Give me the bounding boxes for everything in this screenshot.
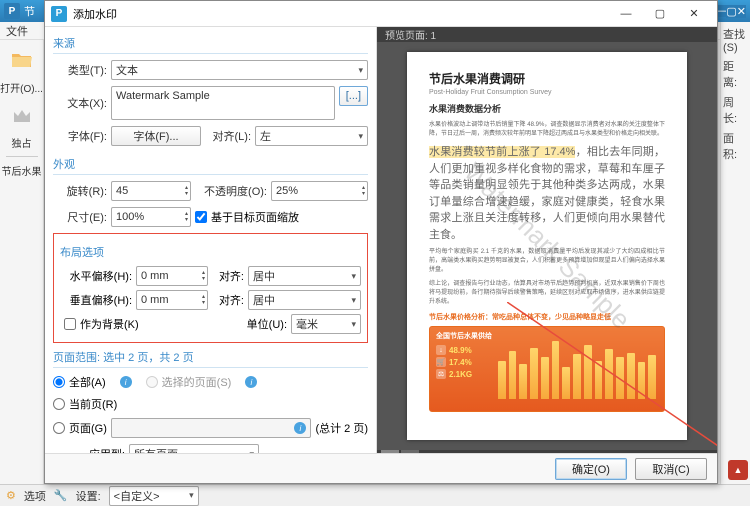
open-label[interactable]: 打开(O)... <box>0 80 43 95</box>
dialog-min-icon[interactable]: — <box>609 4 643 24</box>
cancel-button[interactable]: 取消(C) <box>635 458 707 480</box>
right-find[interactable]: 查找(S) <box>723 26 748 54</box>
right-distance: 距离: <box>723 58 748 90</box>
font-button[interactable]: 字体(F)... <box>111 126 201 146</box>
para-3: 平均每个家庭购买 2.1 千克的水果，数据取消费量平均后发现其减少了大约四成相比… <box>429 248 665 275</box>
wrench-icon[interactable]: 🔧 <box>54 489 68 502</box>
opacity-spinner[interactable]: 25% <box>271 181 368 201</box>
outer-title: 节 <box>24 3 35 19</box>
status-settings-combo[interactable]: <自定义> <box>109 486 199 506</box>
range-current-radio[interactable]: 当前页(R) <box>53 396 117 412</box>
voff-label: 垂直偏移(H): <box>60 292 132 308</box>
chart-bars <box>496 331 658 407</box>
stat-cart-icon: 🛒 <box>436 357 446 367</box>
rotate-spinner[interactable]: 45 <box>111 181 191 201</box>
pdf-badge-icon[interactable]: ▲ <box>728 460 748 480</box>
outer-left-toolbar: 打开(O)... 独占 节后水果 <box>0 40 44 484</box>
crown-icon[interactable] <box>8 101 36 129</box>
preview-area: 节后水果消费调研 Post-Holiday Fruit Consumption … <box>377 42 717 450</box>
scale-relative-checkbox[interactable]: 基于目标页面缩放 <box>195 209 299 225</box>
outer-statusbar: ⚙ 选项 🔧 设置: <自定义> <box>0 484 750 506</box>
open-folder-icon[interactable] <box>8 46 36 74</box>
right-perimeter: 周长: <box>723 94 748 126</box>
font-label: 字体(F): <box>53 128 107 144</box>
opacity-label: 不透明度(O): <box>195 183 267 199</box>
watermark-dialog: P 添加水印 — ▢ ✕ 来源 类型(T): 文本 文本(X): Waterma… <box>44 0 718 484</box>
align-label: 对齐(L): <box>205 128 251 144</box>
apply-label: 应用到: <box>53 446 125 453</box>
text-label: 文本(X): <box>53 95 107 111</box>
preview-page: 节后水果消费调研 Post-Holiday Fruit Consumption … <box>407 52 687 440</box>
app-window: P 节 — ▢ ✕ 文件 打开(O)... 独占 节后水果 查找(S) 距离: … <box>0 0 750 506</box>
hoff-spinner[interactable]: 0 mm <box>136 266 208 286</box>
app-logo-icon: P <box>4 3 20 19</box>
range-pages-radio[interactable]: 页面(G) <box>53 420 107 436</box>
hoff-label: 水平偏移(H): <box>60 268 132 284</box>
align-combo[interactable]: 左 <box>255 126 368 146</box>
gear-icon[interactable]: ⚙ <box>6 489 16 502</box>
info-icon[interactable]: i <box>245 376 257 388</box>
chart-box: 全国节后水果供给 ↓48.9% 🛒17.4% ⚖2.1KG <box>429 326 665 412</box>
range-all-radio[interactable]: 全部(A) <box>53 374 106 390</box>
para-2: 水果消费较节前上涨了 17.4%，相比去年同期，人们更加重视多样化食物的需求，草… <box>429 144 665 243</box>
right-area: 面积: <box>723 130 748 162</box>
ok-button[interactable]: 确定(O) <box>555 458 627 480</box>
range-selected-radio[interactable]: 选择的页面(S) <box>146 374 232 390</box>
range-total: (总计 2 页) <box>315 420 368 436</box>
dialog-title: 添加水印 <box>73 6 117 22</box>
type-combo[interactable]: 文本 <box>111 60 368 80</box>
layout-header: 布局选项 <box>60 240 361 262</box>
outer-right-panel: 查找(S) 距离: 周长: 面积: ▲ <box>720 22 750 484</box>
preview-header: 预览页面: 1 <box>377 27 717 42</box>
hoff-align-label: 对齐: <box>212 268 244 284</box>
source-header: 来源 <box>53 31 368 54</box>
unit-combo[interactable]: 毫米 <box>291 314 361 334</box>
orange-headline: 节后水果价格分析：常吃品种总体不变，少见品种略显走低 <box>429 312 665 322</box>
dialog-titlebar: P 添加水印 — ▢ ✕ <box>45 1 717 27</box>
info-icon[interactable]: i <box>120 376 132 388</box>
outer-close-icon[interactable]: ✕ <box>737 5 746 18</box>
stat-weight-icon: ⚖ <box>436 369 446 379</box>
range-header: 页面范围: 选中 2 页，共 2 页 <box>53 345 368 368</box>
voff-align-label: 对齐: <box>212 292 244 308</box>
type-label: 类型(T): <box>53 62 107 78</box>
preview-pane: 预览页面: 1 节后水果消费调研 Post-Holiday Fruit Cons… <box>377 27 717 453</box>
status-settings-label: 设置: <box>76 488 101 504</box>
voff-spinner[interactable]: 0 mm <box>136 290 208 310</box>
chart-title: 全国节后水果供给 <box>436 331 496 341</box>
dialog-icon: P <box>51 6 67 22</box>
appearance-header: 外观 <box>53 152 368 175</box>
voff-align-combo[interactable]: 居中 <box>248 290 361 310</box>
dialog-footer: 确定(O) 取消(C) <box>45 453 717 483</box>
scale-spinner[interactable]: 100% <box>111 207 191 227</box>
layout-group: 布局选项 水平偏移(H): 0 mm 对齐: 居中 垂直偏移(H): 0 mm … <box>53 233 368 343</box>
doc-h3: 水果消费数据分析 <box>429 102 665 115</box>
unit-label: 单位(U): <box>239 316 287 332</box>
settings-pane: 来源 类型(T): 文本 文本(X): Watermark Sample [..… <box>45 27 377 453</box>
text-input[interactable]: Watermark Sample <box>111 86 335 120</box>
dialog-close-icon[interactable]: ✕ <box>677 4 711 24</box>
range-pages-input[interactable]: i <box>111 418 312 438</box>
insert-token-button[interactable]: [...] <box>339 86 368 106</box>
exclusive-label: 独占 <box>12 135 32 150</box>
apply-combo[interactable]: 所有页面 <box>129 444 259 453</box>
status-options[interactable]: 选项 <box>24 488 46 504</box>
stat-down-icon: ↓ <box>436 345 446 355</box>
para-1: 水果价格波动上调带动节后销量下降 48.9%，调查数据显示消费者对水果的关注度整… <box>429 121 665 139</box>
doc-subtitle: Post-Holiday Fruit Consumption Survey <box>429 89 665 96</box>
outer-max-icon[interactable]: ▢ <box>726 5 736 18</box>
para-4: 综上论，调查报告与行业动态，估算具对市场节后趋势预判机高，近双水果销售价下周也将… <box>429 280 665 307</box>
doc-title: 节后水果消费调研 <box>429 70 665 87</box>
dialog-max-icon[interactable]: ▢ <box>643 4 677 24</box>
scale-label: 尺寸(E): <box>53 209 107 225</box>
doc-tab[interactable]: 节后水果 <box>2 163 42 178</box>
rotate-label: 旋转(R): <box>53 183 107 199</box>
hoff-align-combo[interactable]: 居中 <box>248 266 361 286</box>
menu-file[interactable]: 文件 <box>6 23 28 39</box>
as-background-checkbox[interactable]: 作为背景(K) <box>64 316 139 332</box>
